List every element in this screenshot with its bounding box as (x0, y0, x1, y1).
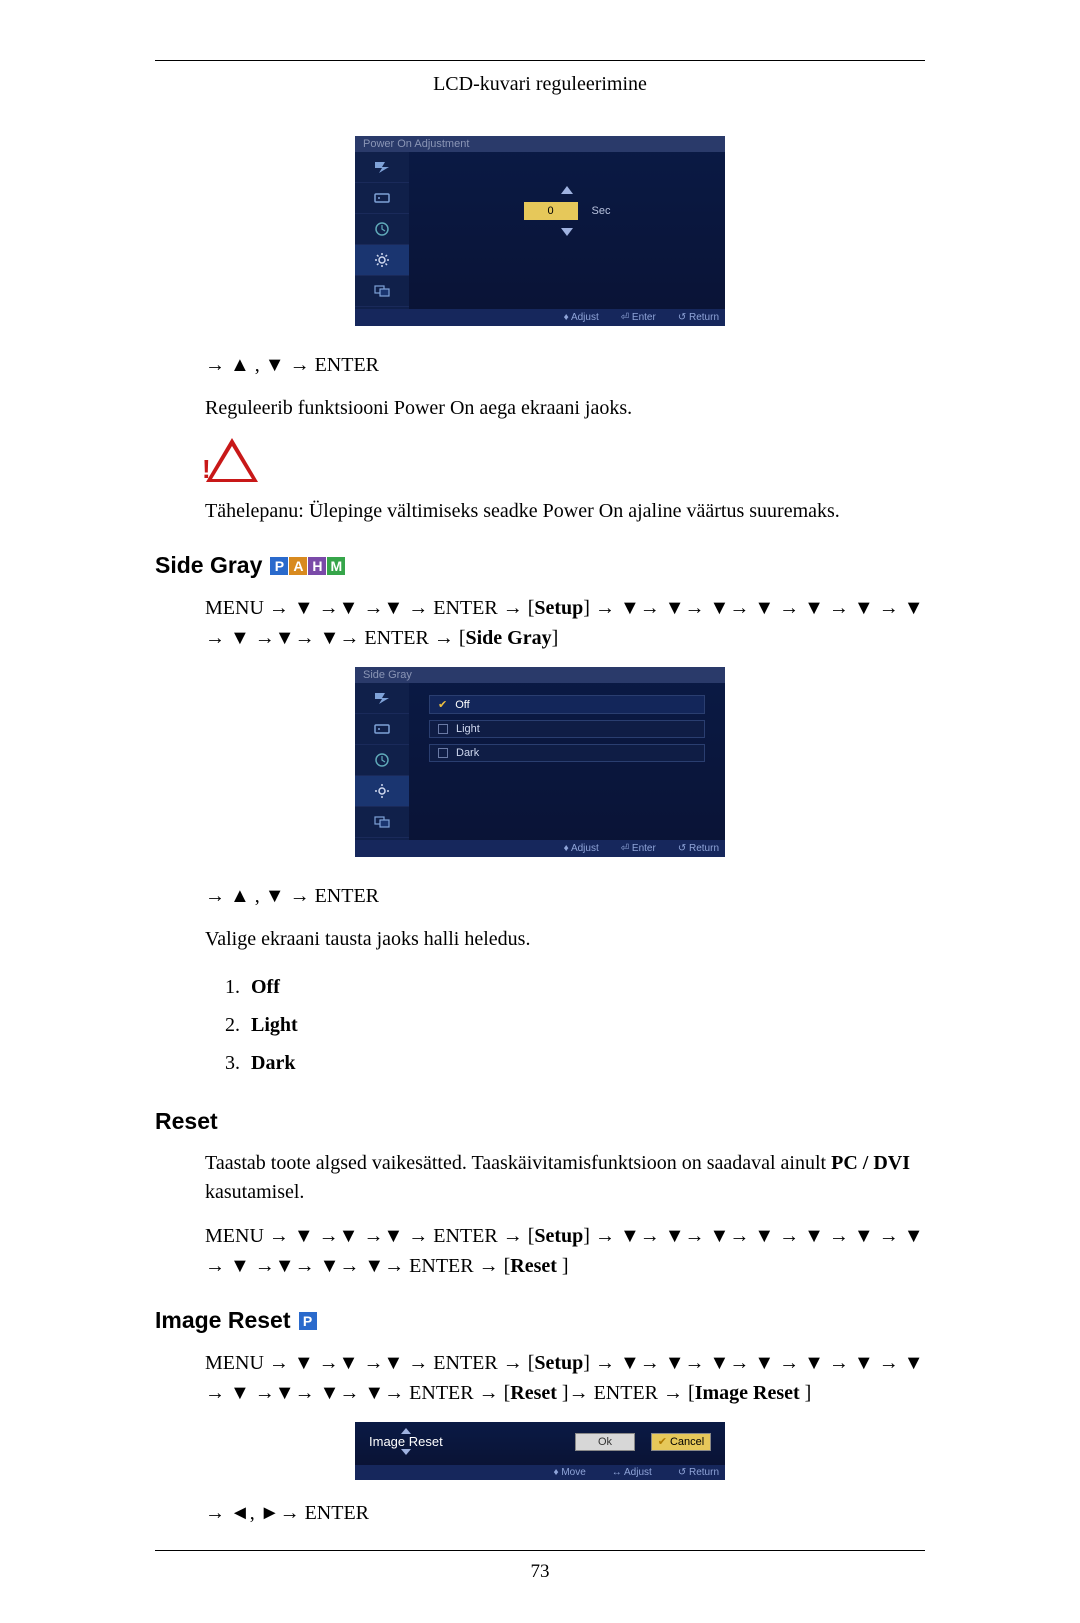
osd-footer: ♦ Move ↔ Adjust ↺ Return (355, 1465, 725, 1480)
osd-title: Side Gray (355, 667, 725, 683)
down-arrow-icon (401, 1449, 411, 1455)
section-heading-side-gray: Side Gray P A H M (155, 552, 925, 579)
osd-side-gray: Side Gray ✔Off Light Dark ♦ Adjust ⏎ Ent… (355, 667, 725, 857)
osd-footer-enter: ⏎ Enter (621, 312, 656, 323)
badge-p: P (270, 557, 288, 575)
badge-p: P (299, 1312, 317, 1330)
power-on-value: 0 (524, 202, 578, 220)
list-item: Light (245, 1006, 925, 1044)
nav-instruction: → ◄, ►→ ENTER (205, 1498, 925, 1528)
badge-a: A (289, 557, 307, 575)
box-icon (438, 724, 448, 734)
page-number: 73 (155, 1561, 925, 1583)
options-list: Off Light Dark (245, 968, 925, 1082)
down-arrow-icon (561, 228, 573, 236)
osd-sidebar (355, 683, 409, 840)
body-text: Tähelepanu: Ülepinge vältimiseks seadke … (205, 497, 925, 526)
badge-h: H (308, 557, 326, 575)
osd-sidebar (355, 152, 409, 309)
image-reset-label: Image Reset (369, 1434, 443, 1449)
option-light: Light (429, 720, 705, 738)
nav-instruction: MENU → ▼ →▼ →▼ → ENTER → [Setup] → ▼→ ▼→… (205, 1221, 925, 1281)
badge-m: M (327, 557, 345, 575)
section-heading-image-reset: Image Reset P (155, 1307, 925, 1334)
box-icon (438, 748, 448, 758)
osd-side-multi-icon (355, 276, 409, 307)
mode-badges: P A H M (270, 557, 345, 575)
body-text: Reguleerib funktsiooni Power On aega ekr… (205, 394, 925, 423)
osd-footer: ♦ Adjust ⏎ Enter ↺ Return (355, 840, 725, 857)
nav-instruction: → ▲ , ▼ → ENTER (205, 881, 925, 911)
osd-side-picture-icon (355, 152, 409, 183)
option-off: ✔Off (429, 695, 705, 714)
nav-instruction: → ▲ , ▼ → ENTER (205, 350, 925, 380)
nav-instruction: MENU → ▼ →▼ →▼ → ENTER → [Setup] → ▼→ ▼→… (205, 1348, 925, 1408)
osd-footer-move: ♦ Move (553, 1467, 585, 1478)
osd-side-time-icon (355, 214, 409, 245)
osd-side-time-icon (355, 745, 409, 776)
osd-footer-return: ↺ Return (678, 843, 719, 854)
power-on-unit: Sec (592, 205, 611, 217)
list-item: Off (245, 968, 925, 1006)
osd-footer-adjust: ♦ Adjust (564, 843, 599, 854)
osd-side-multi-icon (355, 807, 409, 838)
section-heading-reset: Reset (155, 1108, 925, 1135)
osd-side-input-icon (355, 183, 409, 214)
osd-side-input-icon (355, 714, 409, 745)
mode-badges: P (299, 1312, 317, 1330)
osd-footer-return: ↺ Return (678, 312, 719, 323)
page-header: LCD-kuvari reguleerimine (155, 73, 925, 96)
check-icon: ✔ (438, 698, 447, 711)
osd-side-setup-icon (355, 776, 409, 807)
cancel-button: ✔Cancel (651, 1433, 711, 1451)
osd-side-picture-icon (355, 683, 409, 714)
option-dark: Dark (429, 744, 705, 762)
osd-footer-adjust: ↔ Adjust (612, 1467, 652, 1478)
osd-footer-adjust: ♦ Adjust (564, 312, 599, 323)
osd-footer-return: ↺ Return (678, 1467, 719, 1478)
ok-button: Ok (575, 1433, 635, 1451)
osd-side-setup-icon (355, 245, 409, 276)
body-text: Taastab toote algsed vaikesätted. Taaskä… (205, 1149, 925, 1207)
osd-footer-enter: ⏎ Enter (621, 843, 656, 854)
osd-image-reset: Image Reset Ok ✔Cancel ♦ Move ↔ Adjust ↺… (355, 1422, 725, 1480)
warning-icon: ! (205, 437, 259, 483)
nav-instruction: MENU → ▼ →▼ →▼ → ENTER → [Setup] → ▼→ ▼→… (205, 593, 925, 653)
body-text: Valige ekraani tausta jaoks halli heledu… (205, 925, 925, 954)
osd-power-on: Power On Adjustment 0 Sec (355, 136, 725, 326)
osd-title: Power On Adjustment (355, 136, 725, 152)
up-arrow-icon (561, 186, 573, 194)
list-item: Dark (245, 1044, 925, 1082)
osd-footer: ♦ Adjust ⏎ Enter ↺ Return (355, 309, 725, 326)
